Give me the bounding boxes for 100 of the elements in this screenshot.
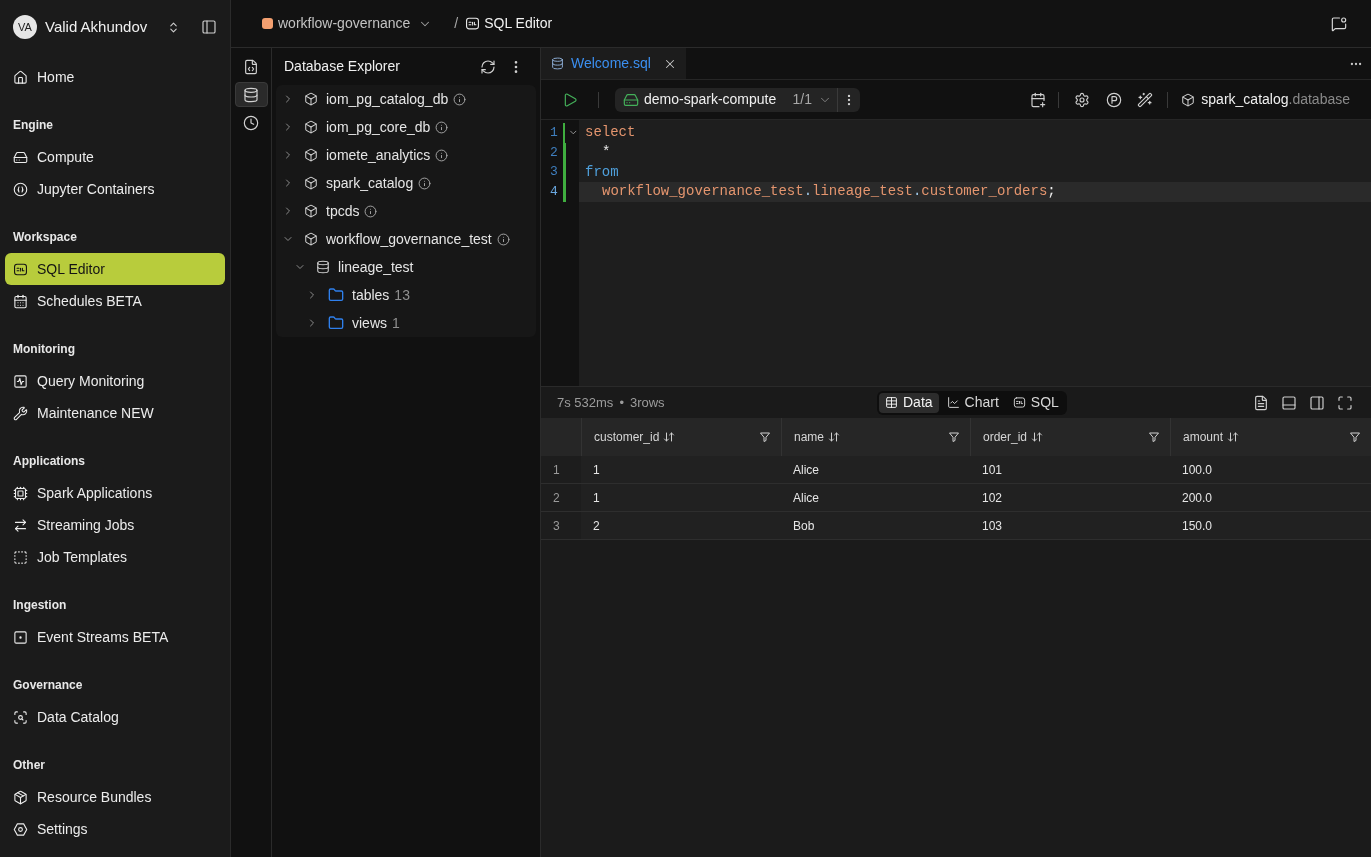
sidebar-item[interactable]: Query Monitoring [5,365,225,397]
drive-icon [623,91,639,108]
magic-wand-icon[interactable] [1137,91,1154,108]
table-cell-text: 2 [593,517,600,535]
filter-icon[interactable] [759,431,771,443]
folder-icon [328,315,344,331]
switcher-icon[interactable] [167,20,180,34]
rail-tab[interactable] [234,82,268,107]
chat-notification-icon[interactable] [1331,15,1347,32]
editor-tab[interactable]: Welcome.sql [541,48,686,79]
database-icon [243,86,259,103]
sidebar-item[interactable]: Streaming Jobs [5,509,225,541]
database-icon [316,260,330,274]
sidebar-item[interactable]: SQL Editor [5,253,225,285]
avatar: VA [13,15,37,39]
table-cell-text: 200.0 [1182,489,1213,507]
user-name: Valid Akhundov [45,16,148,37]
sidebar-item[interactable]: Resource Bundles [5,781,225,813]
color-swatch-icon [262,18,273,29]
view-tab[interactable]: SQL [1006,392,1065,413]
database-icon [551,57,564,70]
sidebar-item[interactable]: Spark Applications [5,477,225,509]
sidebar-item[interactable]: Home [5,61,225,93]
folder-icon [328,287,344,303]
sidebar-item[interactable]: Job Templates [5,541,225,573]
tree-item[interactable]: workflow_governance_test [276,225,536,253]
info-icon [435,120,449,134]
sidebar-toggle-icon[interactable] [201,19,217,35]
tree-item[interactable]: iomete_analytics [276,141,536,169]
query-duration: 7s 532ms [557,393,614,412]
sidebar-item[interactable]: Compute [5,141,225,173]
tree-item[interactable]: iom_pg_core_db [276,113,536,141]
row-number: 3 [553,517,560,535]
cube-icon [304,232,318,246]
tree-item[interactable]: lineage_test [276,253,536,281]
refresh-icon[interactable] [480,58,496,75]
code-square-icon [465,16,481,31]
column-header: name [794,429,825,446]
tree-item[interactable]: iom_pg_catalog_db [276,85,536,113]
sidebar-item[interactable]: Jupyter Containers [5,173,225,205]
column-header: order_id [983,429,1028,446]
panel-title: Database Explorer [284,57,400,76]
sidebar-item[interactable]: Settings [5,813,225,845]
sort-icon[interactable] [1227,431,1240,443]
tree-item[interactable]: spark_catalog [276,169,536,197]
chip-icon [13,485,28,501]
tree-item[interactable]: tpcds [276,197,536,225]
view-tab[interactable]: Data [879,392,939,413]
tree-item[interactable]: tables 13 [276,281,536,309]
sort-icon[interactable] [663,431,676,443]
scan-search-icon [13,709,28,725]
view-tab[interactable]: Chart [940,392,1005,413]
code-square-icon [13,261,28,277]
sidebar-item[interactable]: Event Streams BETA [5,621,225,653]
column-header: customer_id [594,429,660,446]
code-file-icon [243,58,259,75]
sort-icon[interactable] [828,431,841,443]
parking-circle-icon[interactable] [1106,91,1123,108]
arrows-icon [13,517,28,533]
table-cell-text: 1 [593,461,600,479]
catalog-selector[interactable]: spark_catalog.database [1201,89,1350,110]
sidebar-item[interactable]: Maintenance NEW [5,397,225,429]
filter-icon[interactable] [948,431,960,443]
section-title: Other [12,757,46,774]
row-count: 3rows [629,393,665,412]
line-number: 4 [550,183,559,202]
clock-icon [243,114,259,131]
table-cell-text: Alice [793,461,819,479]
info-icon [435,148,449,162]
workspace-switcher[interactable]: workflow-governance [262,13,433,34]
settings-icon[interactable] [1074,91,1091,108]
run-icon[interactable] [562,91,578,108]
section-title: Monitoring [12,341,76,358]
calendar-plus-icon[interactable] [1030,91,1047,108]
table-cell-text: 100.0 [1182,461,1213,479]
tree-item[interactable]: views 1 [276,309,536,337]
cube-icon [304,148,318,162]
code-line: * [601,143,612,163]
breadcrumb-separator: / [454,14,459,33]
code-line: from [584,162,620,182]
filter-icon[interactable] [1349,431,1361,443]
compute-selector[interactable]: demo-spark-compute 1/1 [615,87,860,112]
sidebar-item[interactable]: Schedules BETA [5,285,225,317]
panel-bottom-icon[interactable] [1281,394,1297,411]
section-title: Governance [12,677,84,694]
table-cell-text: 150.0 [1182,517,1213,535]
file-icon[interactable] [1253,394,1269,411]
filter-icon[interactable] [1148,431,1160,443]
info-icon [418,176,432,190]
maximize-icon[interactable] [1337,394,1353,411]
row-number: 2 [553,489,560,507]
line-number: 2 [550,143,559,162]
table-cell-text: Alice [793,489,819,507]
sort-icon[interactable] [1031,431,1044,443]
separator-dot: • [619,393,624,412]
sidebar-item[interactable]: Data Catalog [5,701,225,733]
info-icon [364,204,378,218]
cube-icon [304,120,318,134]
section-title: Applications [12,453,86,470]
panel-right-icon[interactable] [1309,394,1325,411]
